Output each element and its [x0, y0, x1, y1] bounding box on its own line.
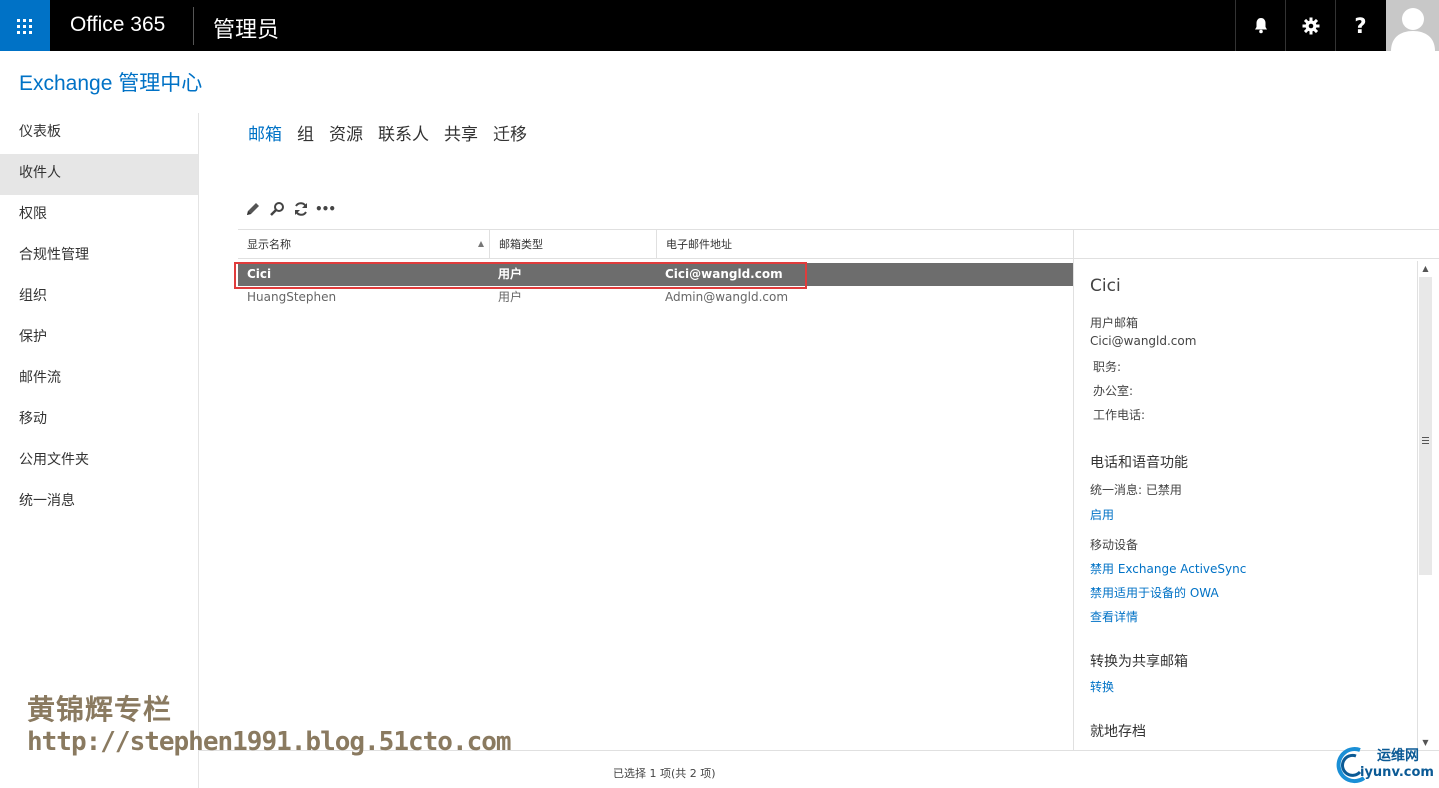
details-work-phone: 工作电话:: [1093, 408, 1146, 422]
user-avatar[interactable]: [1386, 0, 1439, 51]
refresh-icon: [295, 202, 307, 216]
watermark-logo-cn: 运维网: [1377, 748, 1419, 764]
scroll-thumb[interactable]: [1419, 277, 1432, 575]
details-mailbox-type: 用户邮箱: [1090, 316, 1139, 330]
search-button[interactable]: [265, 198, 289, 220]
phone-voice-heading: 电话和语音功能: [1090, 455, 1188, 471]
nav-item-public-folders[interactable]: 公用文件夹: [0, 441, 198, 482]
tab-shared[interactable]: 共享: [444, 120, 478, 145]
table-header: 显示名称 邮箱类型 电子邮件地址: [238, 229, 1074, 259]
um-status: 统一消息: 已禁用: [1090, 483, 1182, 497]
column-header-email[interactable]: 电子邮件地址: [657, 230, 1074, 259]
cell-display-name: HuangStephen: [247, 290, 337, 304]
column-header-label: 电子邮件地址: [666, 238, 732, 251]
left-nav: 仪表板 收件人 权限 合规性管理 组织 保护 邮件流 移动 公用文件夹 统一消息: [0, 113, 198, 523]
convert-shared-heading: 转换为共享邮箱: [1090, 654, 1188, 670]
nav-item-compliance[interactable]: 合规性管理: [0, 236, 198, 277]
nav-divider: [198, 113, 199, 788]
help-button[interactable]: ?: [1335, 0, 1385, 51]
nav-item-recipients[interactable]: 收件人: [0, 154, 198, 195]
details-title: Cici: [1090, 276, 1121, 296]
details-email: Cici@wangld.com: [1090, 334, 1197, 348]
gear-icon: [1302, 17, 1319, 34]
disable-owa-devices-link[interactable]: 禁用适用于设备的 OWA: [1090, 584, 1219, 601]
tab-mailboxes[interactable]: 邮箱: [248, 120, 282, 145]
cell-email: Admin@wangld.com: [665, 290, 789, 304]
selection-annotation-box: [234, 262, 807, 289]
selection-status: 已选择 1 项(共 2 项): [613, 767, 716, 780]
details-office: 办公室:: [1093, 384, 1134, 398]
nav-item-mobile[interactable]: 移动: [0, 400, 198, 441]
details-header-strip: [1074, 229, 1439, 259]
tab-contacts[interactable]: 联系人: [378, 120, 429, 145]
watermark-url: http://stephen1991.blog.51cto.com: [27, 727, 512, 757]
nav-item-mail-flow[interactable]: 邮件流: [0, 359, 198, 400]
convert-link[interactable]: 转换: [1090, 678, 1114, 695]
edit-button[interactable]: [241, 198, 265, 220]
scroll-up-arrow-icon[interactable]: ▲: [1418, 261, 1433, 276]
view-details-link[interactable]: 查看详情: [1090, 608, 1138, 625]
nav-item-permissions[interactable]: 权限: [0, 195, 198, 236]
watermark-name: 黄锦辉专栏: [27, 693, 173, 726]
topbar-divider: [193, 7, 194, 45]
details-scrollbar[interactable]: ▲ ▼: [1417, 261, 1433, 750]
top-bar: Office 365 管理员 ?: [0, 0, 1439, 51]
pencil-icon: [247, 203, 259, 215]
details-divider: [1073, 229, 1074, 751]
details-job-title: 职务:: [1093, 360, 1122, 374]
help-icon: ?: [1354, 13, 1367, 38]
search-icon: [270, 202, 284, 216]
table-row-huangstephen[interactable]: HuangStephen 用户 Admin@wangld.com: [238, 286, 1074, 309]
settings-button[interactable]: [1285, 0, 1335, 51]
more-options-button[interactable]: •••: [313, 198, 337, 220]
column-header-label: 显示名称: [247, 238, 291, 251]
refresh-button[interactable]: [289, 198, 313, 220]
person-icon: [1391, 8, 1435, 51]
disable-activesync-link[interactable]: 禁用 Exchange ActiveSync: [1090, 560, 1246, 577]
tab-groups[interactable]: 组: [297, 120, 314, 145]
cell-mailbox-type: 用户: [498, 290, 523, 304]
enable-um-link[interactable]: 启用: [1090, 506, 1114, 523]
tab-resources[interactable]: 资源: [329, 120, 363, 145]
sort-ascending-icon: [478, 241, 484, 247]
mobile-devices-label: 移动设备: [1090, 538, 1139, 552]
waffle-icon: [17, 19, 32, 34]
page-title: Exchange 管理中心: [19, 72, 203, 95]
recipient-tabs: 邮箱 组 资源 联系人 共享 迁移: [248, 120, 542, 145]
column-header-label: 邮箱类型: [499, 238, 543, 251]
column-header-display-name[interactable]: 显示名称: [238, 230, 490, 259]
nav-item-protection[interactable]: 保护: [0, 318, 198, 359]
column-header-mailbox-type[interactable]: 邮箱类型: [490, 230, 657, 259]
app-launcher-button[interactable]: [0, 0, 50, 51]
office-365-brand[interactable]: Office 365: [70, 13, 165, 37]
watermark-logo-en: iyunv.com: [1360, 765, 1434, 780]
grip-icon: [1422, 437, 1429, 444]
in-place-archive-heading: 就地存档: [1090, 724, 1146, 740]
nav-item-unified-messaging[interactable]: 统一消息: [0, 482, 198, 523]
bell-icon: [1254, 18, 1267, 34]
notifications-button[interactable]: [1235, 0, 1285, 51]
tab-migration[interactable]: 迁移: [493, 120, 527, 145]
list-toolbar: •••: [241, 198, 337, 220]
app-title: 管理员: [213, 18, 280, 43]
nav-item-dashboard[interactable]: 仪表板: [0, 113, 198, 154]
nav-item-organization[interactable]: 组织: [0, 277, 198, 318]
